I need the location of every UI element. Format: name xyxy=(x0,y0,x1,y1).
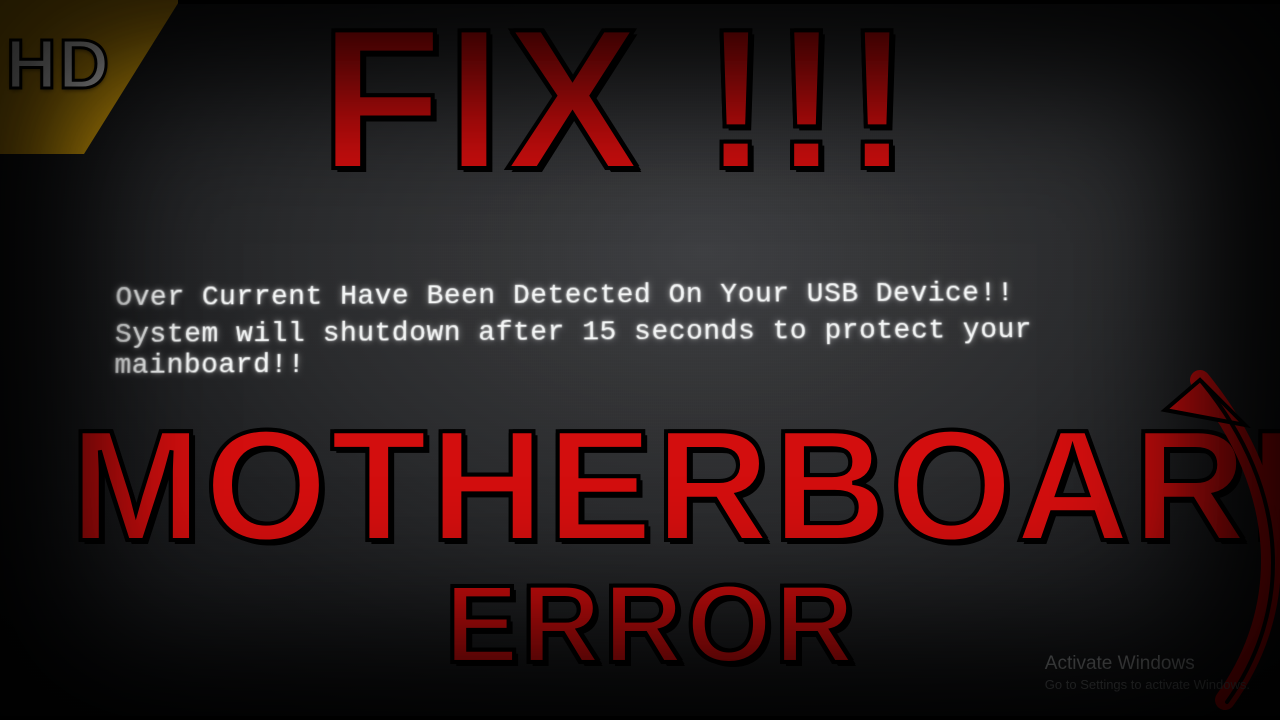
bios-error-text: Over Current Have Been Detected On Your … xyxy=(114,277,1216,382)
bios-line-1: Over Current Have Been Detected On Your … xyxy=(115,277,1214,314)
title-motherboard: MOTHERBOARD xyxy=(70,415,1280,557)
hd-badge: HD xyxy=(0,0,178,154)
thumbnail-stage: HD FIX !!! Over Current Have Been Detect… xyxy=(0,0,1280,720)
bios-line-2: System will shutdown after 15 seconds to… xyxy=(114,314,1216,382)
watermark-subtitle: Go to Settings to activate Windows. xyxy=(1045,677,1250,692)
activate-windows-watermark: Activate Windows Go to Settings to activ… xyxy=(1045,653,1250,692)
title-error: ERROR xyxy=(445,575,857,674)
title-fix: FIX !!! xyxy=(320,10,915,190)
hd-badge-text: HD xyxy=(6,24,111,104)
watermark-title: Activate Windows xyxy=(1045,653,1250,675)
letterbox-bottom xyxy=(0,716,1280,720)
